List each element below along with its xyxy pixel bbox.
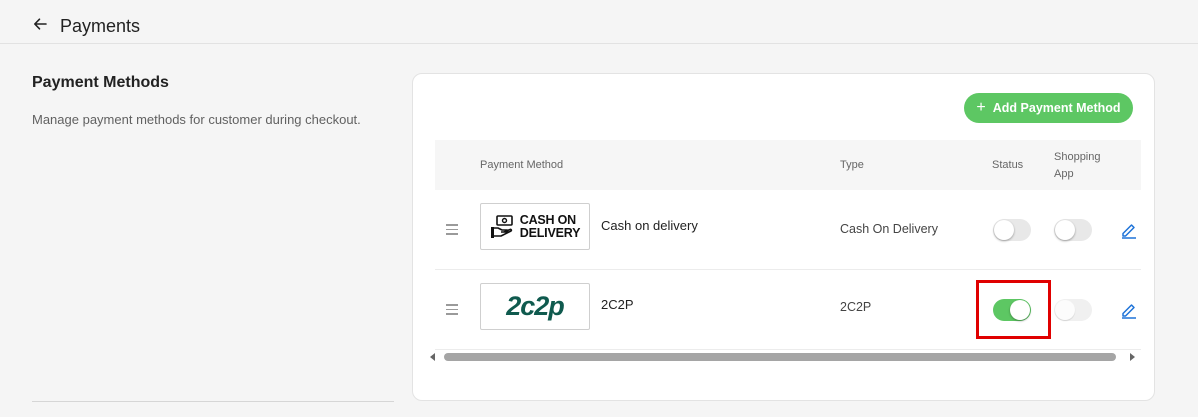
payment-method-type: 2C2P (840, 300, 872, 314)
back-button[interactable] (30, 14, 50, 34)
drag-handle-icon[interactable] (446, 224, 458, 235)
status-toggle[interactable] (993, 299, 1031, 321)
2c2p-logo: 2c2p (480, 283, 590, 330)
column-header-type: Type (840, 159, 864, 171)
status-toggle[interactable] (993, 219, 1031, 241)
column-header-payment-method: Payment Method (480, 159, 564, 171)
table-row: CASH ON DELIVERY Cash on delivery Cash O… (435, 190, 1141, 270)
shopping-app-toggle[interactable] (1054, 299, 1092, 321)
page-header: Payments (0, 0, 1198, 44)
section-description: Manage payment methods for customer duri… (32, 112, 361, 127)
payment-methods-card: + Add Payment Method Payment Method Type… (412, 73, 1155, 401)
table-row: 2c2p 2C2P 2C2P (435, 270, 1141, 350)
column-header-shopping-app: Shopping App (1054, 151, 1101, 180)
payment-method-name: Cash on delivery (601, 218, 698, 233)
horizontal-scrollbar[interactable] (444, 353, 1116, 361)
scroll-left-arrow-icon[interactable] (430, 353, 435, 361)
payment-method-name: 2C2P (601, 297, 634, 312)
edit-icon[interactable] (1120, 221, 1138, 239)
plus-icon: + (976, 99, 986, 116)
arrow-left-icon (34, 18, 47, 30)
cash-on-delivery-logo-text: CASH ON DELIVERY (519, 212, 581, 240)
cash-on-delivery-logo: CASH ON DELIVERY (480, 203, 590, 250)
cash-hand-icon (490, 214, 513, 238)
add-payment-method-label: Add Payment Method (992, 101, 1121, 115)
page-title: Payments (60, 16, 141, 36)
payment-method-type: Cash On Delivery (840, 222, 938, 236)
shopping-app-toggle[interactable] (1054, 219, 1092, 241)
table-header: Payment Method Type Status Shopping App (435, 140, 1141, 190)
scroll-right-arrow-icon[interactable] (1130, 353, 1135, 361)
edit-icon[interactable] (1120, 301, 1138, 319)
column-header-status: Status (992, 159, 1024, 171)
add-payment-method-button[interactable]: + Add Payment Method (964, 93, 1133, 123)
section-title: Payment Methods (32, 74, 169, 91)
divider (32, 401, 394, 402)
drag-handle-icon[interactable] (446, 304, 458, 315)
2c2p-logo-text: 2c2p (506, 291, 565, 321)
